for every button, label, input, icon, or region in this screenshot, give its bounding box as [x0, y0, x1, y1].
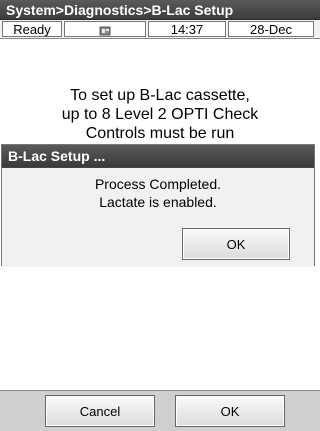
title-bar: System>Diagnostics>B-Lac Setup — [0, 0, 320, 20]
ok-button[interactable]: OK — [175, 395, 285, 427]
bottom-button-bar: Cancel OK — [0, 390, 320, 431]
dialog-ok-button[interactable]: OK — [182, 228, 290, 260]
dialog-message-1: Process Completed. — [94, 176, 222, 192]
breadcrumb: System>Diagnostics>B-Lac Setup — [6, 2, 234, 18]
dialog-body: Process Completed. Lactate is enabled. O… — [2, 167, 314, 267]
status-date: 28-Dec — [228, 21, 314, 37]
status-time: 14:37 — [148, 21, 226, 37]
dialog-message-2: Lactate is enabled. — [99, 194, 217, 210]
dialog-title: B-Lac Setup ... — [2, 145, 314, 167]
completion-dialog: B-Lac Setup ... Process Completed. Lacta… — [1, 144, 315, 267]
instruction-line-1: To set up B-Lac cassette, — [70, 87, 250, 104]
status-state: Ready — [2, 21, 62, 37]
instruction-text: To set up B-Lac cassette, up to 8 Level … — [0, 86, 320, 143]
status-bar: Ready 14:37 28-Dec — [0, 20, 320, 39]
instruction-line-3: Controls must be run — [85, 125, 235, 142]
device-icon — [99, 24, 111, 40]
status-icon-cell — [64, 21, 146, 37]
cancel-button[interactable]: Cancel — [45, 395, 155, 427]
instruction-line-2: up to 8 Level 2 OPTI Check — [61, 106, 259, 123]
